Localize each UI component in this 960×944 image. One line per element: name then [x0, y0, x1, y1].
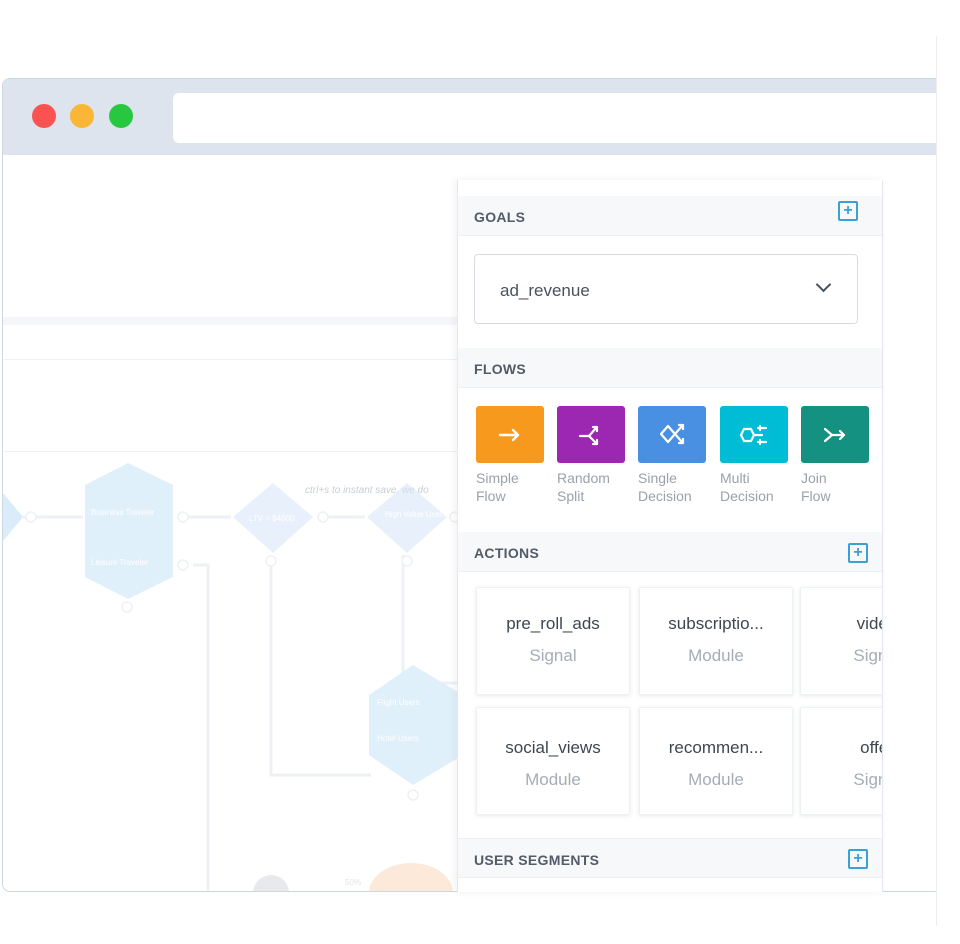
- flows-title: FLOWS: [474, 361, 527, 377]
- chevron-down-icon: [815, 276, 832, 293]
- node-fragment: [3, 493, 23, 541]
- component-panel: GOALS + ad_revenue FLOWS Simple Flow Ran…: [457, 180, 883, 892]
- flows-header: FLOWS: [458, 348, 882, 388]
- action-type: Signal: [853, 770, 882, 789]
- node-label-high-value: High Value Users: [385, 510, 447, 519]
- action-card[interactable]: offer Signal: [800, 707, 882, 815]
- address-bar[interactable]: [173, 93, 936, 143]
- action-type: Module: [525, 770, 581, 789]
- flow-join-label: Join Flow: [801, 470, 831, 504]
- action-type: Module: [688, 770, 744, 789]
- action-name: social_views: [505, 738, 601, 757]
- segments-header: USER SEGMENTS +: [458, 838, 882, 878]
- flow-multi-decision[interactable]: Multi Decision: [720, 406, 788, 505]
- browser-titlebar: [3, 79, 936, 155]
- goals-title: GOALS: [474, 209, 526, 225]
- flow-random-split[interactable]: Random Split: [557, 406, 625, 505]
- node-label-leisure: Leisure Traveler: [91, 558, 149, 567]
- flow-single-decision-label: Single Decision: [638, 470, 692, 504]
- flow-multi-decision-label: Multi Decision: [720, 470, 774, 504]
- node-label-hotel: Hotel Users: [377, 734, 419, 743]
- action-type: Signal: [529, 646, 577, 665]
- flow-join-tile[interactable]: [801, 406, 869, 463]
- action-name: pre_roll_ads: [506, 614, 600, 633]
- flow-single-decision-tile[interactable]: [638, 406, 706, 463]
- node-percent: 50%: [345, 878, 361, 887]
- goal-select-value: ad_revenue: [500, 281, 590, 300]
- node-circle[interactable]: [253, 875, 289, 892]
- join-flow-icon: [823, 427, 846, 442]
- flow-single-decision[interactable]: Single Decision: [638, 406, 706, 505]
- arrow-right-icon: [498, 428, 520, 441]
- node-label-business: Business Traveler: [91, 508, 155, 517]
- goals-header: GOALS +: [458, 196, 882, 236]
- goal-select[interactable]: ad_revenue: [474, 254, 858, 324]
- action-card[interactable]: social_views Module: [476, 707, 630, 815]
- add-goal-button[interactable]: +: [838, 201, 858, 221]
- flow-random-split-label: Random Split: [557, 470, 610, 504]
- stage: ctrl+s to instant save. we do Business T…: [0, 0, 960, 944]
- flow-simple[interactable]: Simple Flow: [476, 406, 544, 505]
- minimize-window-button[interactable]: [70, 104, 94, 128]
- action-type: Signal: [853, 646, 882, 665]
- flow-join[interactable]: Join Flow: [801, 406, 869, 505]
- flow-multi-decision-tile[interactable]: [720, 406, 788, 463]
- random-split-icon: [578, 425, 599, 445]
- action-card[interactable]: subscriptio... Module: [639, 587, 793, 695]
- action-name: offer: [860, 738, 882, 757]
- action-name: recommen...: [668, 738, 764, 757]
- action-type: Module: [688, 646, 744, 665]
- add-segment-button[interactable]: +: [848, 849, 868, 869]
- segments-title: USER SEGMENTS: [474, 852, 600, 868]
- add-action-button[interactable]: +: [848, 543, 868, 563]
- node-blob[interactable]: [369, 863, 453, 892]
- action-card[interactable]: video Signal: [800, 587, 882, 695]
- maximize-window-button[interactable]: [109, 104, 133, 128]
- multi-decision-icon: [739, 424, 768, 445]
- flow-simple-tile[interactable]: [476, 406, 544, 463]
- node-label-flight: Flight Users: [377, 698, 420, 707]
- node-traveler-type[interactable]: [85, 463, 173, 599]
- action-card[interactable]: recommen... Module: [639, 707, 793, 815]
- action-card[interactable]: pre_roll_ads Signal: [476, 587, 630, 695]
- page-edge-rule: [936, 36, 937, 926]
- single-decision-icon: [659, 423, 685, 444]
- action-name: subscriptio...: [668, 614, 764, 633]
- node-label-ltv: LTV > $4000: [249, 514, 295, 523]
- close-window-button[interactable]: [32, 104, 56, 128]
- flow-simple-label: Simple Flow: [476, 470, 519, 504]
- actions-title: ACTIONS: [474, 545, 540, 561]
- actions-header: ACTIONS +: [458, 532, 882, 572]
- flow-random-split-tile[interactable]: [557, 406, 625, 463]
- flow-diagram: Business Traveler Leisure Traveler LTV >…: [3, 463, 463, 892]
- action-name: video: [856, 614, 882, 633]
